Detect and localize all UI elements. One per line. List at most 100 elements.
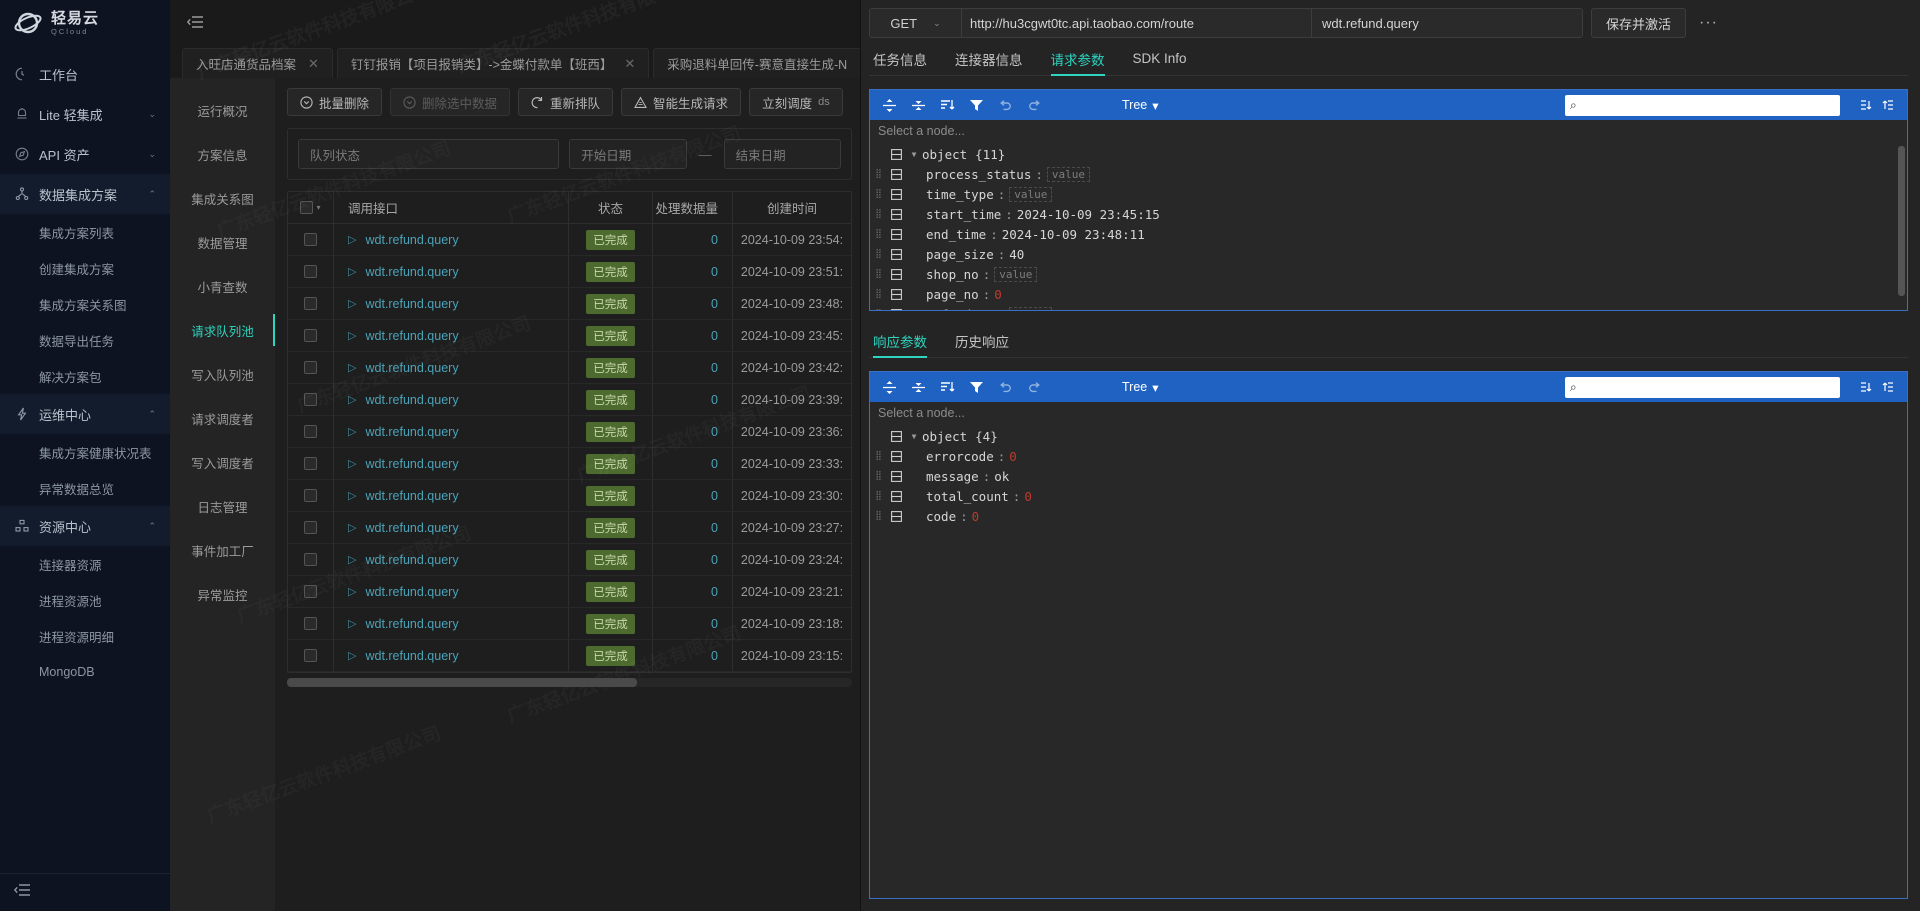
workspace-tab[interactable]: 钉钉报销【项目报销类】->金蝶付款单【班西】✕: [337, 48, 649, 78]
row-api-name[interactable]: wdt.refund.query: [365, 329, 458, 343]
queue-status-select[interactable]: 队列状态: [298, 139, 559, 169]
node-menu-icon[interactable]: [886, 471, 906, 482]
toolbar-button[interactable]: 重新排队: [518, 88, 613, 116]
search-prev-icon[interactable]: [1856, 96, 1875, 115]
drag-handle-icon[interactable]: ⣿: [870, 494, 886, 499]
close-icon[interactable]: ✕: [308, 56, 319, 72]
row-checkbox[interactable]: [304, 553, 317, 566]
chevron-up-icon[interactable]: ⌃: [148, 409, 156, 420]
redo-icon[interactable]: [1025, 96, 1044, 115]
json-node-key[interactable]: errorcode: [926, 449, 994, 464]
end-date-input[interactable]: 结束日期: [724, 139, 841, 169]
node-menu-icon[interactable]: [886, 511, 906, 522]
json-node-key[interactable]: message: [926, 469, 979, 484]
drag-handle-icon[interactable]: ⣿: [870, 192, 886, 197]
table-row[interactable]: ▷wdt.refund.query已完成02024-10-09 23:51:: [288, 256, 851, 288]
row-checkbox[interactable]: [304, 361, 317, 374]
subnav-item[interactable]: 数据管理: [170, 220, 275, 264]
json-node-value[interactable]: value: [1047, 167, 1090, 182]
drag-handle-icon[interactable]: ⣿: [870, 252, 886, 257]
row-checkbox[interactable]: [304, 489, 317, 502]
table-row[interactable]: ▷wdt.refund.query已完成02024-10-09 23:54:: [288, 224, 851, 256]
request-url-input[interactable]: http://hu3cgwt0tc.api.taobao.com/route: [962, 9, 1312, 37]
sidebar-item[interactable]: 数据集成方案⌃: [0, 174, 170, 214]
json-node-value[interactable]: 0: [972, 509, 980, 524]
workspace-tab[interactable]: 采购退料单回传-赛意直接生成-N✕: [653, 48, 860, 78]
search-next-icon[interactable]: [1878, 96, 1897, 115]
drag-handle-icon[interactable]: ⣿: [870, 212, 886, 217]
menu-collapse-icon[interactable]: [184, 11, 206, 33]
row-api-name[interactable]: wdt.refund.query: [365, 553, 458, 567]
subnav-item[interactable]: 异常监控: [170, 572, 275, 616]
row-select-cell[interactable]: [288, 448, 334, 479]
request-route-input[interactable]: wdt.refund.query: [1312, 9, 1582, 37]
row-select-cell[interactable]: [288, 576, 334, 607]
column-header-status[interactable]: 状态: [569, 192, 653, 223]
editor-mode-select[interactable]: Tree ▾: [1122, 380, 1159, 395]
column-header-api[interactable]: 调用接口: [334, 192, 569, 223]
search-prev-icon[interactable]: [1856, 378, 1875, 397]
node-menu-icon[interactable]: [886, 169, 906, 180]
json-node-key[interactable]: end_time: [926, 227, 986, 242]
drag-handle-icon[interactable]: ⣿: [870, 172, 886, 177]
undo-icon[interactable]: [996, 96, 1015, 115]
sort-icon[interactable]: [938, 378, 957, 397]
json-node-row[interactable]: ⣿code:0: [870, 506, 1907, 526]
row-api-name[interactable]: wdt.refund.query: [365, 457, 458, 471]
table-row[interactable]: ▷wdt.refund.query已完成02024-10-09 23:15:: [288, 640, 851, 672]
row-select-cell[interactable]: [288, 352, 334, 383]
http-method-select[interactable]: GET ⌄: [870, 9, 962, 37]
toolbar-button[interactable]: 批量删除: [287, 88, 382, 116]
table-row[interactable]: ▷wdt.refund.query已完成02024-10-09 23:42:: [288, 352, 851, 384]
undo-icon[interactable]: [996, 378, 1015, 397]
row-select-cell[interactable]: [288, 544, 334, 575]
editor-mode-select[interactable]: Tree ▾: [1122, 98, 1159, 113]
json-node-value[interactable]: value: [1009, 307, 1052, 311]
json-node-key[interactable]: code: [926, 509, 956, 524]
json-node-row[interactable]: ⣿refund_no:value: [870, 304, 1907, 310]
play-icon[interactable]: ▷: [348, 361, 356, 374]
row-checkbox[interactable]: [304, 617, 317, 630]
response-node-path[interactable]: Select a node...: [870, 402, 1907, 424]
column-header-time[interactable]: 创建时间: [733, 192, 851, 223]
sidebar-item[interactable]: 工作台: [0, 54, 170, 94]
sort-icon[interactable]: [938, 96, 957, 115]
json-node-row[interactable]: ⣿errorcode:0: [870, 446, 1907, 466]
node-menu-icon[interactable]: [886, 491, 906, 502]
toolbar-button[interactable]: 立刻调度ds: [749, 88, 843, 116]
json-root-row[interactable]: ▼object{11}: [870, 144, 1907, 164]
chevron-up-icon[interactable]: ⌃: [148, 521, 156, 532]
table-row[interactable]: ▷wdt.refund.query已完成02024-10-09 23:18:: [288, 608, 851, 640]
row-select-cell[interactable]: [288, 608, 334, 639]
play-icon[interactable]: ▷: [348, 393, 356, 406]
row-api-name[interactable]: wdt.refund.query: [365, 521, 458, 535]
request-tree-scrollbar[interactable]: [1898, 146, 1905, 296]
expand-all-icon[interactable]: [880, 378, 899, 397]
json-node-key[interactable]: process_status: [926, 167, 1031, 182]
row-select-cell[interactable]: [288, 384, 334, 415]
json-node-row[interactable]: ⣿end_time:2024-10-09 23:48:11: [870, 224, 1907, 244]
subnav-item[interactable]: 小青查数: [170, 264, 275, 308]
drag-handle-icon[interactable]: ⣿: [870, 454, 886, 459]
json-node-row[interactable]: ⣿page_no:0: [870, 284, 1907, 304]
row-api-name[interactable]: wdt.refund.query: [365, 233, 458, 247]
sidebar-item[interactable]: 运维中心⌃: [0, 394, 170, 434]
node-menu-icon[interactable]: [886, 309, 906, 311]
sidebar-subitem[interactable]: MongoDB: [0, 654, 170, 690]
play-icon[interactable]: ▷: [348, 553, 356, 566]
table-row[interactable]: ▷wdt.refund.query已完成02024-10-09 23:21:: [288, 576, 851, 608]
panel-tab[interactable]: 任务信息: [873, 42, 927, 76]
panel-tab[interactable]: 请求参数: [1051, 42, 1105, 76]
table-row[interactable]: ▷wdt.refund.query已完成02024-10-09 23:36:: [288, 416, 851, 448]
node-menu-icon[interactable]: [886, 229, 906, 240]
drag-handle-icon[interactable]: ⣿: [870, 292, 886, 297]
row-checkbox[interactable]: [304, 457, 317, 470]
sidebar-item[interactable]: 资源中心⌃: [0, 506, 170, 546]
search-next-icon[interactable]: [1878, 378, 1897, 397]
row-api-name[interactable]: wdt.refund.query: [365, 425, 458, 439]
sidebar-subitem[interactable]: 解决方案包: [0, 358, 170, 394]
collapse-all-icon[interactable]: [909, 96, 928, 115]
column-header-count[interactable]: 处理数据量: [653, 192, 733, 223]
drag-handle-icon[interactable]: ⣿: [870, 232, 886, 237]
json-node-row[interactable]: ⣿total_count:0: [870, 486, 1907, 506]
